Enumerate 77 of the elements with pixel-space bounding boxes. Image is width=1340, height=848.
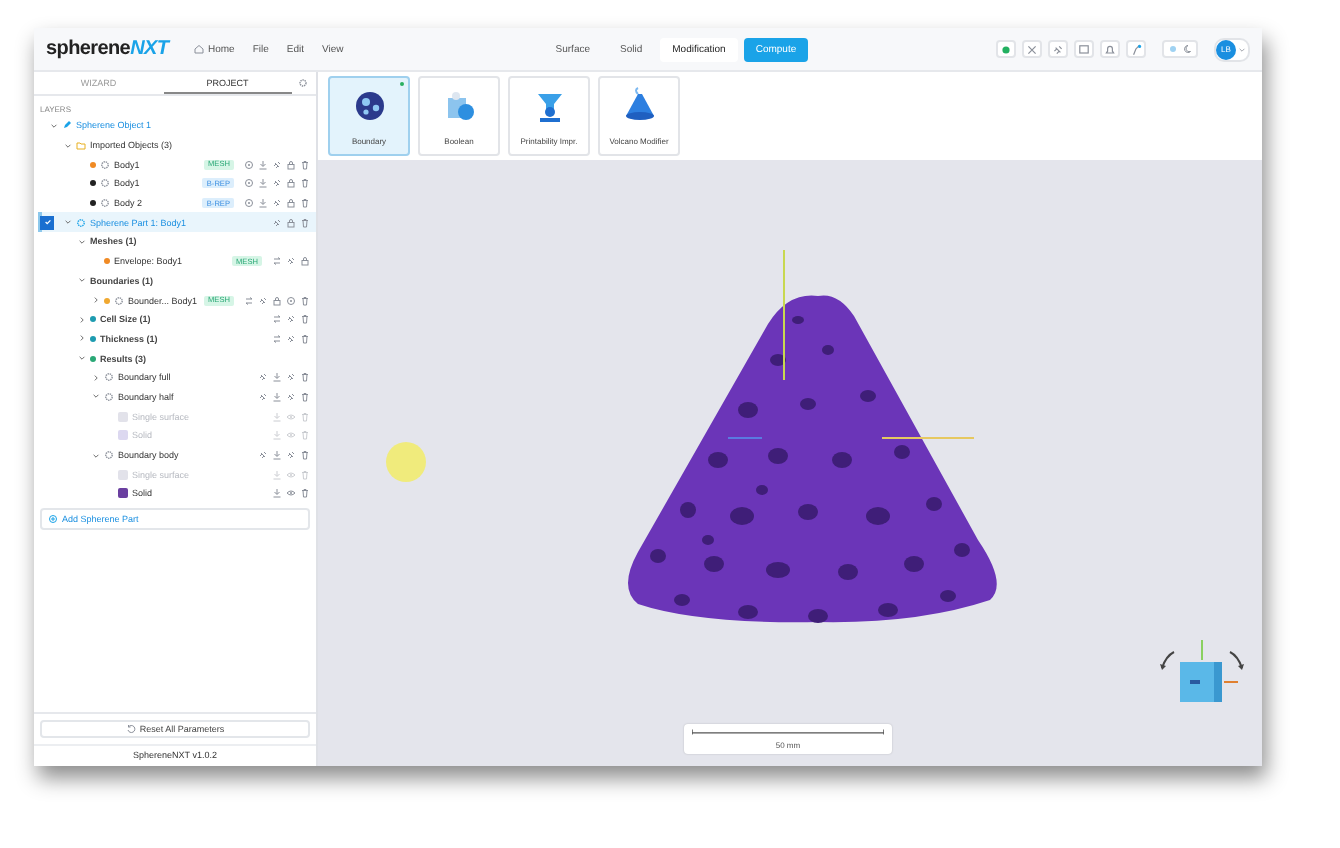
link-icon[interactable] — [286, 314, 296, 325]
link-icon[interactable] — [272, 178, 282, 189]
link-icon[interactable] — [272, 198, 282, 209]
delete-icon[interactable] — [300, 198, 310, 209]
download-icon[interactable] — [258, 178, 268, 189]
bell-icon — [1104, 43, 1116, 55]
cursor-highlight — [386, 442, 426, 482]
download-icon[interactable] — [272, 488, 282, 499]
lock-icon[interactable] — [286, 178, 296, 189]
delete-icon[interactable] — [300, 488, 310, 499]
lock-icon[interactable] — [286, 198, 296, 209]
swap-icon[interactable] — [272, 333, 282, 344]
reset-icon — [125, 724, 136, 734]
download-icon[interactable] — [272, 372, 282, 383]
link-icon[interactable] — [258, 450, 268, 461]
link-icon[interactable] — [286, 333, 296, 344]
chevron-right-icon[interactable] — [92, 373, 100, 382]
link-icon[interactable] — [272, 159, 282, 170]
moon-icon — [1182, 44, 1192, 54]
settings-icon[interactable] — [298, 78, 308, 88]
delete-icon[interactable] — [300, 178, 310, 189]
link-icon[interactable] — [286, 372, 296, 383]
status-icon — [1000, 43, 1012, 55]
delete-icon[interactable] — [300, 391, 310, 402]
theme-toggle[interactable] — [1162, 40, 1198, 58]
home-icon — [194, 44, 204, 54]
lock-icon[interactable] — [272, 295, 282, 306]
lock-icon[interactable] — [286, 217, 296, 228]
delete-icon[interactable] — [300, 217, 310, 228]
eye-icon[interactable] — [286, 488, 296, 499]
delete-icon[interactable] — [300, 450, 310, 461]
close-icon — [1026, 43, 1038, 55]
link-icon[interactable] — [258, 372, 268, 383]
gear-icon — [114, 295, 124, 306]
pin-icon — [1130, 43, 1142, 55]
link-icon[interactable] — [286, 391, 296, 402]
pin-button[interactable] — [1126, 40, 1146, 58]
download-icon[interactable] — [258, 159, 268, 170]
link-icon[interactable] — [286, 450, 296, 461]
link-icon[interactable] — [258, 391, 268, 402]
link-icon[interactable] — [272, 217, 282, 228]
lock-icon[interactable] — [300, 256, 310, 267]
lock-icon[interactable] — [286, 159, 296, 170]
chevron-right-icon[interactable] — [78, 334, 86, 343]
delete-icon[interactable] — [300, 333, 310, 344]
chat-button[interactable] — [1074, 40, 1094, 58]
target-icon[interactable] — [286, 295, 296, 306]
link-button[interactable] — [1048, 40, 1068, 58]
plus-gear-icon — [48, 513, 58, 524]
close-button[interactable] — [1022, 40, 1042, 58]
sun-icon — [1168, 44, 1178, 54]
gear-icon — [76, 217, 86, 228]
chevron-right-icon[interactable] — [92, 296, 100, 305]
swap-icon[interactable] — [272, 256, 282, 267]
download-icon[interactable] — [272, 450, 282, 461]
download-icon[interactable] — [258, 198, 268, 209]
check-icon — [43, 218, 51, 227]
swap-icon[interactable] — [272, 314, 282, 325]
delete-icon[interactable] — [300, 159, 310, 170]
folder-icon — [76, 140, 86, 151]
bell-button[interactable] — [1100, 40, 1120, 58]
delete-icon[interactable] — [300, 372, 310, 383]
pencil-icon — [62, 120, 72, 131]
link-icon[interactable] — [258, 295, 268, 306]
swap-icon[interactable] — [244, 295, 254, 306]
scale-line-icon — [692, 728, 884, 736]
chevron-right-icon[interactable] — [78, 315, 86, 324]
app-logo: sphereneNXT — [46, 38, 173, 60]
gear-icon — [104, 450, 114, 461]
link-icon — [1052, 43, 1064, 55]
checkbox[interactable] — [40, 215, 54, 230]
status-button[interactable] — [996, 40, 1016, 58]
delete-icon[interactable] — [300, 314, 310, 325]
caret-icon — [1238, 45, 1246, 53]
delete-icon[interactable] — [300, 295, 310, 306]
download-icon[interactable] — [272, 391, 282, 402]
link-icon[interactable] — [286, 256, 296, 267]
